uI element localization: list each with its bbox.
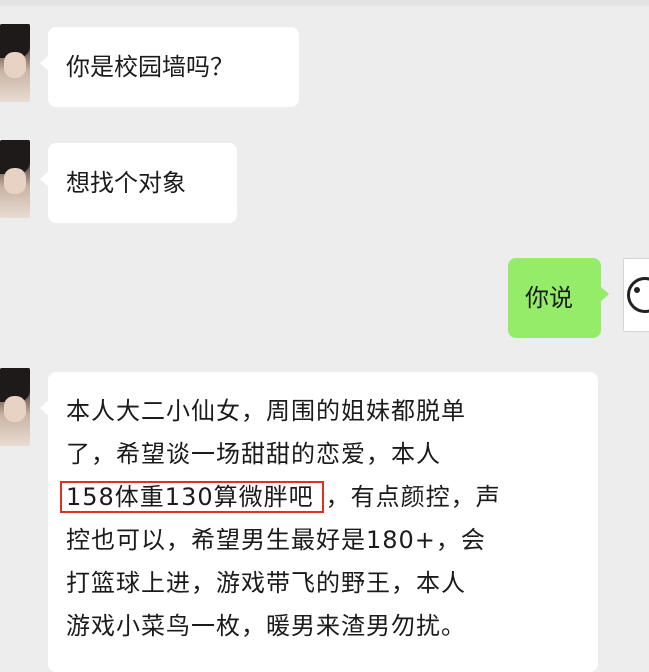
incoming-message-bubble[interactable]: 你是校园墙吗？ [40, 27, 299, 107]
message-line: 158体重130算微胖吧 ，有点颜控，声 [60, 476, 598, 519]
message-text: 你说 [525, 284, 573, 312]
incoming-message-bubble[interactable]: 想找个对象 [40, 143, 237, 223]
message-line: 本人大二小仙女，周围的姐妹都脱单 [66, 397, 466, 425]
top-edge [0, 0, 649, 6]
message-line: 打篮球上进，游戏带飞的野王，本人 [66, 569, 466, 597]
avatar-ring [627, 277, 649, 313]
incoming-message-bubble[interactable]: 本人大二小仙女，周围的姐妹都脱单 了，希望谈一场甜甜的恋爱，本人 158体重13… [40, 372, 598, 672]
contact-avatar[interactable] [0, 368, 30, 446]
message-text: 你是校园墙吗？ [66, 53, 234, 81]
message-text: 想找个对象 [66, 169, 186, 197]
outgoing-message-bubble[interactable]: 你说 [508, 258, 609, 338]
message-text: 本人大二小仙女，周围的姐妹都脱单 了，希望谈一场甜甜的恋爱，本人 158体重13… [60, 390, 598, 648]
avatar-face [4, 168, 26, 194]
highlighted-text: 158体重130算微胖吧 [60, 481, 324, 513]
avatar-face [4, 396, 26, 422]
message-line-rest: ，有点颜控，声 [325, 483, 501, 511]
message-line: 了，希望谈一场甜甜的恋爱，本人 [66, 440, 441, 468]
contact-avatar[interactable] [0, 140, 30, 218]
message-line: 控也可以，希望男生最好是180+，会 [66, 526, 486, 554]
avatar-face [4, 52, 26, 78]
avatar-dot [634, 287, 640, 293]
contact-avatar[interactable] [0, 24, 30, 102]
message-line: 游戏小菜鸟一枚，暖男来渣男勿扰。 [66, 612, 466, 640]
user-avatar[interactable] [623, 258, 649, 332]
